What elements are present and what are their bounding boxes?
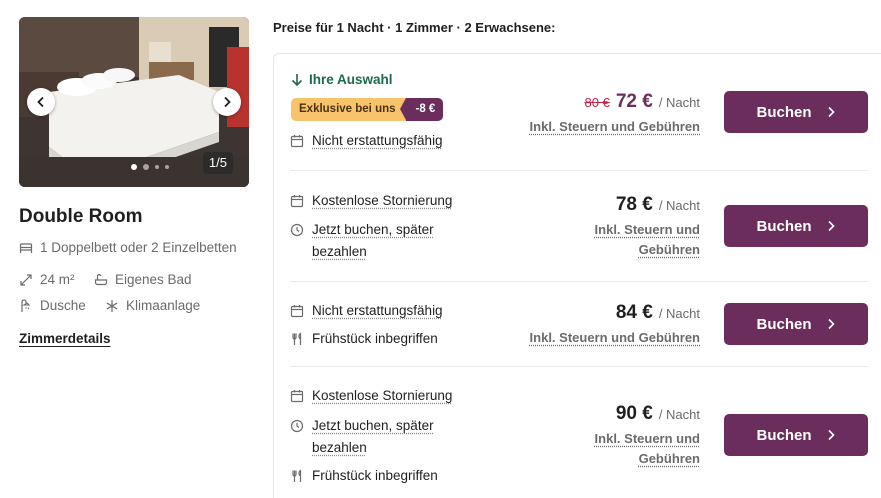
tax-note-link[interactable]: Inkl. Steuern und Gebühren [530, 328, 700, 348]
room-details-link[interactable]: Zimmerdetails [19, 331, 111, 346]
tax-note-link[interactable]: Inkl. Steuern und Gebühren [595, 220, 700, 260]
offer-price-amount: 78 € [615, 194, 653, 215]
arrow-down-icon [291, 73, 303, 86]
offer-price: 90 € / Nacht [616, 403, 700, 425]
offer-price-amount: 90 € [615, 403, 653, 424]
room-photo-gallery[interactable]: 1/5 [19, 17, 249, 187]
fork-knife-icon [292, 469, 302, 482]
gallery-dot[interactable] [131, 164, 137, 170]
exclusive-badge: Exklusive bei uns -8 € [291, 98, 444, 121]
bathtub-icon [94, 273, 108, 285]
snowflake-icon [106, 299, 118, 312]
pay-later-line2[interactable]: bezahlen [312, 244, 367, 259]
chevron-right-icon [827, 220, 835, 232]
book-button-label: Buchen [756, 103, 812, 121]
offer-condition-label[interactable]: Nicht erstattungsfähig [312, 130, 443, 152]
offer-price-per: / Nacht [658, 407, 700, 422]
clock-icon [290, 223, 304, 237]
offer-price-amount: 84 € [615, 302, 653, 323]
shower-icon [21, 298, 31, 312]
offer-condition-label: Jetzt buchen, später bezahlen [312, 219, 434, 263]
offer-condition: Kostenlose Stornierung [290, 385, 452, 407]
tax-note-link[interactable]: Inkl. Steuern und Gebühren [595, 429, 700, 469]
calendar-icon [290, 135, 304, 148]
book-button[interactable]: Buchen [724, 91, 868, 133]
exclusive-badge-discount: -8 € [399, 98, 444, 121]
expand-arrows-icon [20, 273, 32, 286]
feature-bath: Eigenes Bad [94, 272, 192, 287]
offer-divider [290, 170, 868, 171]
gallery-dot[interactable] [143, 164, 149, 170]
clock-icon [290, 419, 304, 433]
calendar-icon [290, 195, 304, 208]
offer-old-price: 80 € [584, 95, 610, 110]
chevron-right-icon [827, 106, 835, 118]
offer-condition-label: Frühstück inbegriffen [312, 468, 438, 483]
offer-price-amount: 72 € [615, 91, 653, 112]
tax-note-line2: Gebühren [638, 242, 700, 257]
feature-shower-label: Dusche [40, 298, 86, 313]
feature-ac-label: Klimaanlage [126, 298, 201, 313]
offer-condition-label: Frühstück inbegriffen [312, 331, 438, 346]
gallery-prev-button[interactable] [27, 88, 55, 116]
room-title: Double Room [19, 206, 143, 227]
offer-condition: Nicht erstattungsfähig [290, 300, 443, 322]
offer-condition: Jetzt buchen, später bezahlen [290, 219, 434, 263]
tax-note-line1: Inkl. Steuern und [594, 222, 700, 237]
tax-note-line1: Inkl. Steuern und [594, 431, 700, 446]
offer-condition: Frühstück inbegriffen [290, 465, 438, 487]
selection-indicator: Ihre Auswahl [291, 72, 393, 87]
offer-condition: Kostenlose Stornierung [290, 190, 452, 212]
feature-beds: 1 Doppelbett oder 2 Einzelbetten [19, 240, 237, 255]
offer-price: 84 € / Nacht [616, 302, 700, 324]
offer-condition-label[interactable]: Kostenlose Stornierung [312, 190, 452, 212]
pay-later-line2[interactable]: bezahlen [312, 440, 367, 455]
book-button[interactable]: Buchen [724, 303, 868, 345]
offer-condition: Nicht erstattungsfähig [290, 130, 443, 152]
offer-price-per: / Nacht [658, 95, 700, 110]
offer-price: 80 € 72 € / Nacht [585, 91, 700, 113]
chevron-right-icon [224, 96, 231, 108]
feature-size-label: 24 m² [40, 272, 75, 287]
book-button[interactable]: Buchen [724, 414, 868, 456]
feature-beds-label: 1 Doppelbett oder 2 Einzelbetten [40, 240, 237, 255]
pay-later-line1[interactable]: Jetzt buchen, später [312, 418, 434, 433]
offer-price-per: / Nacht [658, 198, 700, 213]
tax-note-line2: Gebühren [638, 451, 700, 466]
calendar-icon [290, 390, 304, 403]
gallery-counter: 1/5 [202, 152, 233, 174]
offer-condition: Jetzt buchen, später bezahlen [290, 415, 434, 459]
gallery-dots [131, 164, 169, 170]
offer-divider [290, 281, 868, 282]
calendar-icon [290, 305, 304, 318]
book-button-label: Buchen [756, 217, 812, 235]
offer-condition-label[interactable]: Nicht erstattungsfähig [312, 300, 443, 322]
gallery-dot[interactable] [155, 165, 159, 169]
fork-knife-icon [292, 332, 302, 345]
feature-size: 24 m² [19, 272, 75, 287]
bed-icon [19, 242, 33, 253]
feature-bath-label: Eigenes Bad [115, 272, 192, 287]
selection-label: Ihre Auswahl [309, 72, 393, 87]
gallery-next-button[interactable] [213, 88, 241, 116]
book-button-label: Buchen [756, 426, 812, 444]
chevron-left-icon [37, 96, 44, 108]
feature-ac: Klimaanlage [105, 298, 200, 313]
feature-shower: Dusche [19, 298, 86, 313]
chevron-right-icon [827, 429, 835, 441]
chevron-right-icon [827, 318, 835, 330]
offer-condition: Frühstück inbegriffen [290, 328, 438, 350]
pay-later-line1[interactable]: Jetzt buchen, später [312, 222, 434, 237]
offer-price-per: / Nacht [658, 306, 700, 321]
exclusive-badge-label: Exklusive bei uns [291, 98, 406, 121]
book-button[interactable]: Buchen [724, 205, 868, 247]
prices-header: Preise für 1 Nacht · 1 Zimmer · 2 Erwach… [273, 20, 556, 35]
gallery-dot[interactable] [165, 165, 169, 169]
tax-note-link[interactable]: Inkl. Steuern und Gebühren [530, 117, 700, 137]
book-button-label: Buchen [756, 315, 812, 333]
offer-condition-label[interactable]: Kostenlose Stornierung [312, 385, 452, 407]
offer-condition-label: Jetzt buchen, später bezahlen [312, 415, 434, 459]
offer-divider [290, 366, 868, 367]
offer-price: 78 € / Nacht [616, 194, 700, 216]
